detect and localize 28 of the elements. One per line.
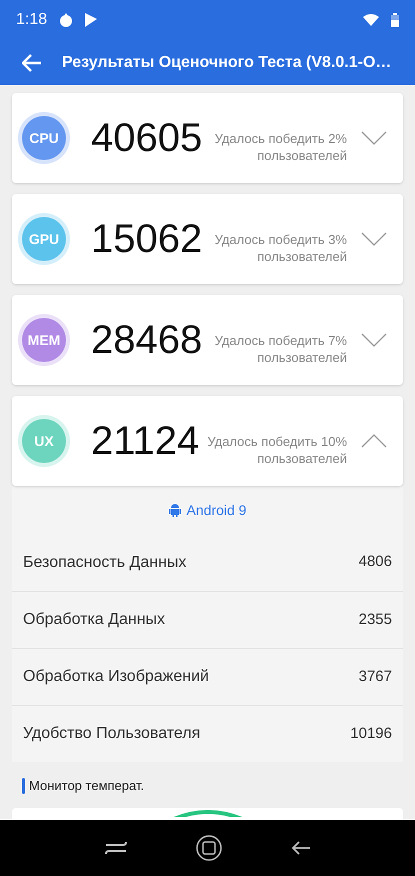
metric-value: 10196 (350, 724, 392, 744)
score-value: 40605 (91, 118, 202, 158)
score-value: 28468 (91, 320, 202, 360)
percentile-text: Удалось победить 3% (214, 231, 347, 248)
percentile-text: пользователей (257, 248, 347, 265)
platform-label: Android 9 (186, 500, 246, 520)
metric-value: 3767 (358, 666, 392, 687)
section-title: Монитор температ. (29, 777, 144, 795)
metric-value: 4806 (358, 552, 392, 572)
category-badge: GPU (22, 217, 66, 261)
percentile-text: пользователей (257, 450, 347, 467)
status-time: 1:18 (16, 10, 48, 30)
percentile-text: Удалось победить 10% (207, 433, 347, 450)
percentile-text: Удалось победить 2% (214, 130, 347, 147)
page-title: Результаты Оценочного Теста (V8.0.1-O… (62, 52, 392, 72)
score-value: 21124 (91, 421, 200, 461)
percentile-text: Удалось победить 7% (214, 332, 347, 349)
category-badge: MEM (22, 318, 66, 362)
metric-label: Удобство Пользователя (23, 724, 200, 744)
category-badge: UX (22, 419, 66, 463)
score-value: 15062 (91, 219, 202, 259)
percentile-text: пользователей (257, 349, 347, 366)
metric-value: 2355 (358, 610, 392, 630)
percentile-text: пользователей (257, 147, 347, 164)
metric-label: Безопасность Данных (23, 552, 186, 572)
metric-label: Обработка Данных (23, 610, 166, 630)
metric-label: Обработка Изображений (23, 667, 209, 687)
category-badge: CPU (22, 116, 66, 160)
